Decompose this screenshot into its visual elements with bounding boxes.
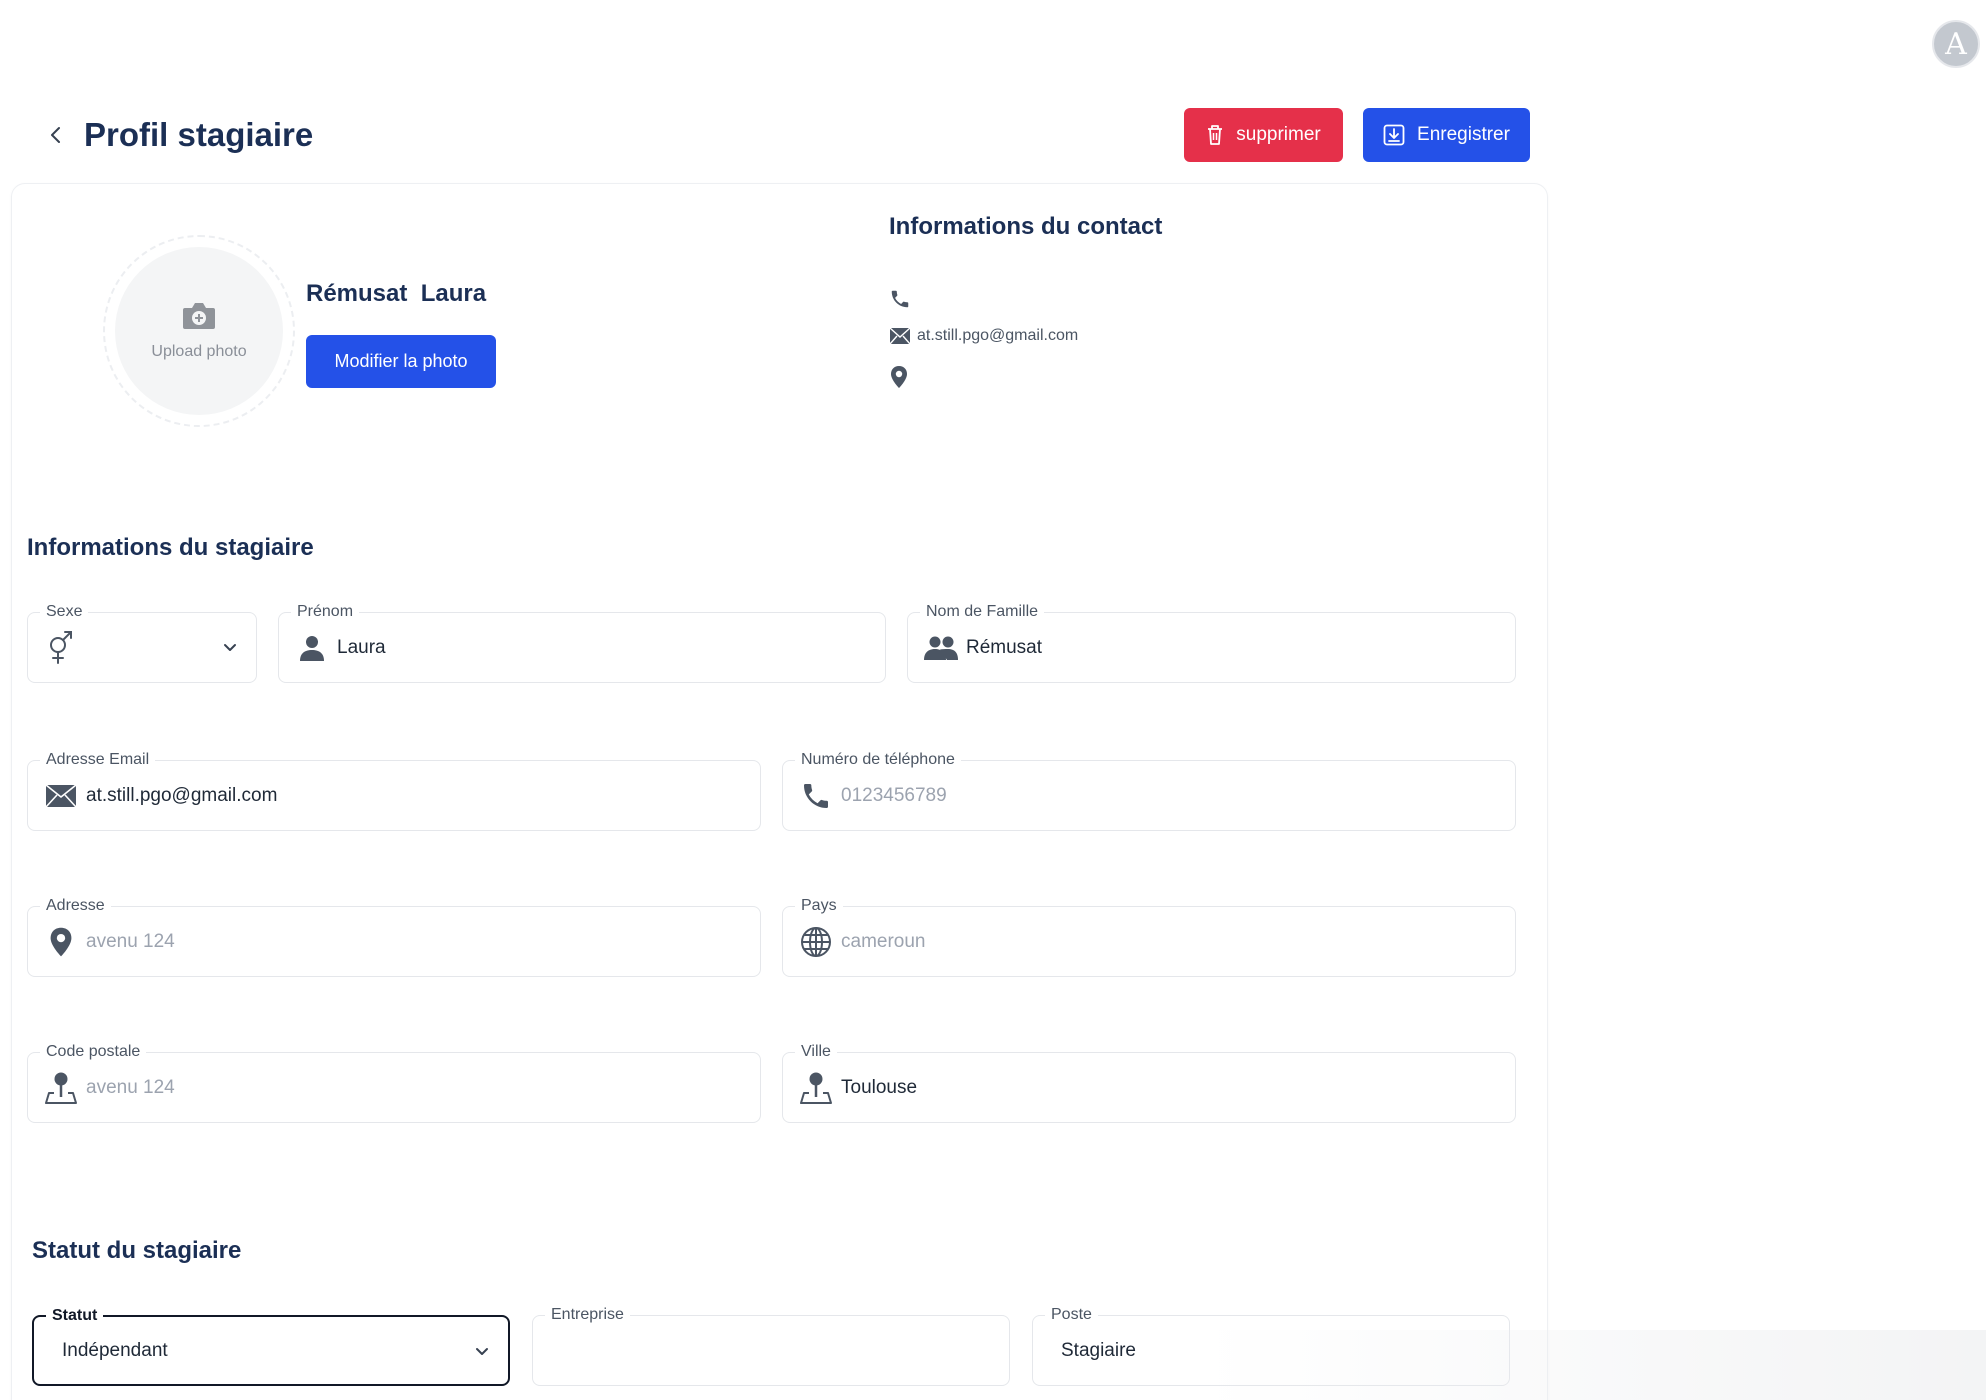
envelope-icon bbox=[889, 327, 911, 345]
globe-icon bbox=[799, 925, 833, 959]
upload-photo-text: Upload photo bbox=[151, 343, 247, 360]
back-button[interactable] bbox=[40, 119, 72, 151]
photo-placeholder[interactable]: Upload photo bbox=[115, 247, 283, 415]
ville-label: Ville bbox=[795, 1042, 837, 1062]
page: A Profil stagiaire supprimer Enregistrer… bbox=[0, 0, 1986, 1400]
contact-phone bbox=[889, 288, 917, 310]
poste-field[interactable]: Poste Stagiaire bbox=[1032, 1305, 1510, 1386]
phone-icon bbox=[799, 779, 833, 813]
phone-field[interactable]: Numéro de téléphone 0123456789 bbox=[782, 750, 1516, 831]
user-avatar[interactable]: A bbox=[1932, 20, 1980, 68]
ville-field[interactable]: Ville Toulouse bbox=[782, 1042, 1516, 1123]
entreprise-field[interactable]: Entreprise bbox=[532, 1305, 1010, 1386]
adresse-placeholder: avenu 124 bbox=[86, 930, 175, 952]
location-pin-icon bbox=[44, 925, 78, 959]
gender-icon bbox=[44, 630, 78, 665]
nom-field[interactable]: Nom de Famille Rémusat bbox=[907, 602, 1516, 683]
intern-name: Rémusat Laura bbox=[306, 280, 487, 307]
status-section-title: Statut du stagiaire bbox=[32, 1237, 242, 1264]
code-postal-placeholder: avenu 124 bbox=[86, 1076, 175, 1098]
phone-label: Numéro de téléphone bbox=[795, 750, 961, 770]
photo-upload[interactable]: Upload photo bbox=[103, 235, 295, 427]
save-download-icon bbox=[1383, 124, 1405, 146]
page-header: Profil stagiaire supprimer Enregistrer bbox=[40, 108, 1533, 162]
intern-info-title: Informations du stagiaire bbox=[27, 534, 314, 561]
nom-label: Nom de Famille bbox=[920, 602, 1045, 622]
page-title: Profil stagiaire bbox=[84, 116, 314, 153]
adresse-label: Adresse bbox=[40, 896, 111, 916]
change-photo-button[interactable]: Modifier la photo bbox=[306, 335, 496, 388]
chevron-down-icon bbox=[476, 1348, 488, 1355]
delete-button[interactable]: supprimer bbox=[1184, 108, 1343, 162]
contact-address bbox=[889, 365, 915, 389]
code-postal-label: Code postale bbox=[40, 1042, 147, 1062]
trash-icon bbox=[1208, 125, 1223, 145]
user-icon bbox=[295, 631, 329, 665]
pays-placeholder: cameroun bbox=[841, 930, 926, 952]
contact-email-value: at.still.pgo@gmail.com bbox=[917, 327, 1079, 344]
statut-label: Statut bbox=[46, 1306, 104, 1326]
ville-value: Toulouse bbox=[841, 1076, 918, 1098]
camera-icon bbox=[183, 303, 215, 329]
delete-label: supprimer bbox=[1236, 124, 1321, 145]
email-label: Adresse Email bbox=[40, 750, 156, 770]
email-value: at.still.pgo@gmail.com bbox=[86, 784, 278, 806]
statut-select[interactable]: Statut Indépendant bbox=[32, 1306, 510, 1386]
code-postal-field[interactable]: Code postale avenu 124 bbox=[27, 1042, 761, 1123]
save-label: Enregistrer bbox=[1417, 124, 1510, 145]
contact-email: at.still.pgo@gmail.com bbox=[889, 327, 1078, 345]
save-button[interactable]: Enregistrer bbox=[1363, 108, 1530, 162]
chevron-left-icon bbox=[51, 127, 60, 143]
email-field[interactable]: Adresse Email at.still.pgo@gmail.com bbox=[27, 750, 761, 831]
sexe-label: Sexe bbox=[40, 602, 89, 622]
contact-section-title: Informations du contact bbox=[889, 213, 1163, 240]
phone-placeholder: 0123456789 bbox=[841, 784, 947, 806]
phone-icon bbox=[891, 290, 909, 308]
chevron-down-icon bbox=[224, 644, 236, 651]
pays-field[interactable]: Pays cameroun bbox=[782, 896, 1516, 977]
poste-value: Stagiaire bbox=[1061, 1339, 1136, 1361]
envelope-icon bbox=[44, 779, 78, 813]
map-user-icon bbox=[799, 1071, 833, 1105]
map-user-icon bbox=[44, 1071, 78, 1105]
pays-label: Pays bbox=[795, 896, 843, 916]
statut-value: Indépendant bbox=[62, 1339, 168, 1361]
avatar-letter: A bbox=[1945, 26, 1967, 62]
poste-label: Poste bbox=[1045, 1305, 1098, 1325]
sexe-select[interactable]: Sexe bbox=[27, 602, 257, 683]
adresse-field[interactable]: Adresse avenu 124 bbox=[27, 896, 761, 977]
users-icon bbox=[924, 631, 958, 665]
nom-value: Rémusat bbox=[966, 636, 1043, 658]
prenom-label: Prénom bbox=[291, 602, 360, 622]
prenom-value: Laura bbox=[337, 636, 386, 658]
location-pin-icon bbox=[891, 366, 907, 388]
entreprise-label: Entreprise bbox=[545, 1305, 630, 1325]
prenom-field[interactable]: Prénom Laura bbox=[278, 602, 886, 683]
